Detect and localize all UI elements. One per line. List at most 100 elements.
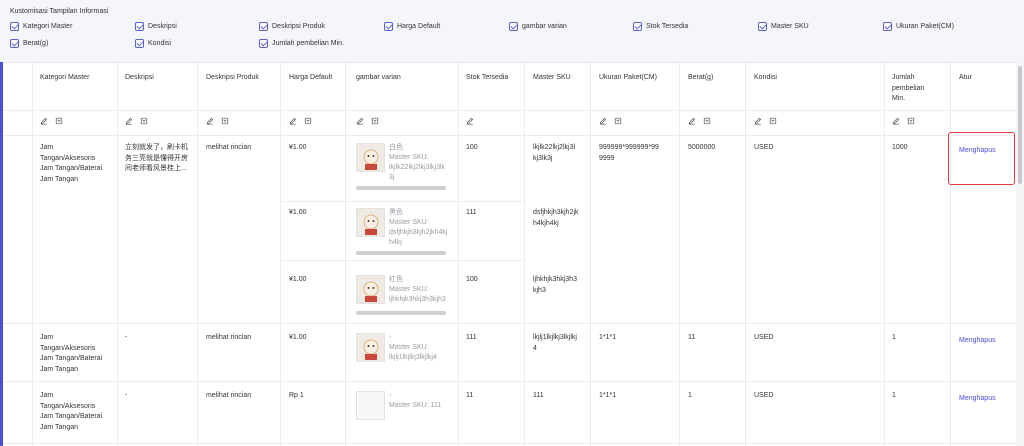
- column-edit-tools: [754, 117, 777, 125]
- edit-pencil-icon[interactable]: [356, 117, 364, 125]
- variant-image: [356, 275, 385, 304]
- variant-sku-label: Master SKU: 111: [389, 402, 442, 409]
- option-deskripsi-produk[interactable]: Deskripsi Produk: [259, 20, 325, 32]
- checkbox-checked-icon[interactable]: [259, 21, 268, 31]
- option-berat[interactable]: Berat(g): [10, 37, 48, 49]
- text-format-icon[interactable]: [371, 117, 379, 125]
- option-deskripsi[interactable]: Deskripsi: [135, 20, 177, 32]
- option-label: Deskripsi: [148, 22, 177, 30]
- checkbox-checked-icon[interactable]: [135, 38, 144, 48]
- column-edit-tools: [125, 117, 148, 125]
- column-edit-tools: [688, 117, 711, 125]
- option-label: gambar varian: [522, 22, 567, 30]
- edit-pencil-icon[interactable]: [289, 117, 297, 125]
- variant-sku-value-cont: h4kj: [389, 239, 402, 246]
- text-format-icon[interactable]: [221, 117, 229, 125]
- variant-sku-value-cont: 3j: [389, 174, 395, 181]
- option-label: Jumlah pembelian Min.: [272, 39, 344, 47]
- text-format-icon[interactable]: [907, 117, 915, 125]
- option-stok-tersedia[interactable]: Stok Tersedia: [633, 20, 688, 32]
- cell-stok: 111: [466, 209, 477, 216]
- cell-deskripsi-produk-link[interactable]: melihat rincian: [206, 143, 251, 154]
- cell-ukuran: 999999*999999*99 9999: [599, 144, 659, 162]
- checkbox-checked-icon[interactable]: [384, 21, 393, 31]
- edit-pencil-icon[interactable]: [892, 117, 900, 125]
- variant-name: 黑色: [389, 209, 403, 216]
- cell-ukuran: 1*1*1: [599, 392, 617, 399]
- delete-link[interactable]: Menghapus: [959, 395, 996, 402]
- column-edit-tools: [892, 117, 915, 125]
- highlight-box: [948, 132, 1015, 185]
- text-format-icon[interactable]: [703, 117, 711, 125]
- horizontal-scrollbar[interactable]: [356, 311, 446, 315]
- checkbox-checked-icon[interactable]: [509, 21, 518, 31]
- text-format-icon[interactable]: [769, 117, 777, 125]
- cell-master-sku: 111: [533, 392, 544, 399]
- cell-berat: 5000000: [688, 144, 716, 151]
- cell-harga: Rp 1: [289, 392, 304, 399]
- variant-image-placeholder: [356, 391, 385, 420]
- option-master-sku[interactable]: Master SKU: [758, 20, 809, 32]
- variant-image: [356, 208, 385, 237]
- option-ukuran-paket[interactable]: Ukuran Paket(CM): [883, 20, 954, 32]
- cell-kategori: Jam Tangan/Aksesoris Jam Tangan/Baterai …: [40, 334, 103, 373]
- header-deskripsi-produk: Deskripsi Produk: [206, 74, 259, 81]
- variant-sku-value: ljhkhjk3hkj3h3kjh3: [389, 296, 446, 303]
- checkbox-checked-icon[interactable]: [135, 21, 144, 31]
- customization-panel: Kustomisasi Tampilan Informasi Kategori …: [0, 0, 1024, 62]
- option-kategori-master[interactable]: Kategori Master: [10, 20, 72, 32]
- header-deskripsi: Deskripsi: [125, 74, 154, 81]
- cell-harga: ¥1.00: [289, 276, 307, 283]
- cell-kondisi: USED: [754, 144, 774, 151]
- checkbox-checked-icon[interactable]: [10, 38, 19, 48]
- edit-pencil-icon[interactable]: [688, 117, 696, 125]
- checkbox-checked-icon[interactable]: [883, 21, 892, 31]
- column-edit-tools: [466, 117, 474, 125]
- variant-name: -: [389, 334, 392, 341]
- edit-pencil-icon[interactable]: [754, 117, 762, 125]
- cell-deskripsi-produk-link[interactable]: melihat rincian: [206, 333, 251, 344]
- checkbox-checked-icon[interactable]: [633, 21, 642, 31]
- variant-sku-label: Master SKU:: [389, 286, 429, 293]
- cell-jumlah-min: 1: [892, 392, 896, 399]
- edit-pencil-icon[interactable]: [40, 117, 48, 125]
- option-jumlah-pembelian-min[interactable]: Jumlah pembelian Min.: [259, 37, 344, 49]
- text-format-icon[interactable]: [55, 117, 63, 125]
- checkbox-checked-icon[interactable]: [758, 21, 767, 31]
- option-label: Harga Default: [397, 22, 441, 30]
- edit-pencil-icon[interactable]: [125, 117, 133, 125]
- cell-deskripsi: -: [125, 334, 128, 341]
- cell-berat: 1: [688, 392, 692, 399]
- header-master-sku: Master SKU: [533, 74, 571, 81]
- option-kondisi[interactable]: Kondisi: [135, 37, 171, 49]
- variant-sku-label: Master SKU:: [389, 154, 429, 161]
- cell-master-sku: lkjlj1lkjlkj3lkjlkj 4: [533, 334, 577, 352]
- header-atur: Atur: [959, 74, 972, 81]
- option-label: Berat(g): [23, 39, 49, 47]
- text-format-icon[interactable]: [614, 117, 622, 125]
- product-table: Kategori Master Deskripsi Deskripsi Prod…: [0, 62, 1016, 446]
- horizontal-scrollbar[interactable]: [356, 251, 446, 255]
- cell-master-sku: ljhkhjk3hkj3h3 kjh3: [533, 276, 577, 294]
- checkbox-checked-icon[interactable]: [259, 38, 268, 48]
- header-stok-tersedia: Stok Tersedia: [466, 74, 509, 81]
- column-edit-tools: [40, 117, 63, 125]
- option-harga-default[interactable]: Harga Default: [384, 20, 440, 32]
- variant-name: 红色: [389, 276, 403, 283]
- cell-deskripsi: -: [125, 392, 128, 399]
- edit-pencil-icon[interactable]: [466, 117, 474, 125]
- delete-link[interactable]: Menghapus: [959, 337, 996, 344]
- cell-harga: ¥1.00: [289, 334, 307, 341]
- column-edit-tools: [599, 117, 622, 125]
- vertical-scrollbar-thumb[interactable]: [1018, 66, 1022, 184]
- text-format-icon[interactable]: [140, 117, 148, 125]
- horizontal-scrollbar[interactable]: [356, 186, 446, 190]
- cell-jumlah-min: 1000: [892, 144, 908, 151]
- text-format-icon[interactable]: [304, 117, 312, 125]
- edit-pencil-icon[interactable]: [206, 117, 214, 125]
- checkbox-checked-icon[interactable]: [10, 21, 19, 31]
- edit-pencil-icon[interactable]: [599, 117, 607, 125]
- option-gambar-varian[interactable]: gambar varian: [509, 20, 567, 32]
- header-kategori-master: Kategori Master: [40, 74, 90, 81]
- cell-deskripsi-produk-link[interactable]: melihat rincian: [206, 391, 251, 402]
